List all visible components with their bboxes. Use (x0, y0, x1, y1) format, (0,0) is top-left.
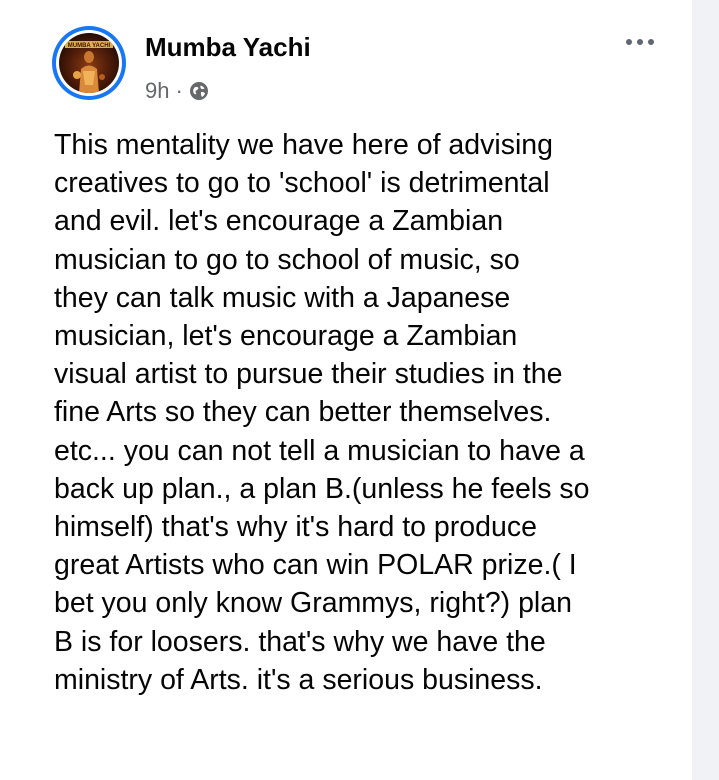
page-gutter (692, 0, 719, 780)
author-name[interactable]: Mumba Yachi (145, 32, 311, 62)
post-text-line: ministry of Arts. it's a serious busines… (54, 663, 543, 696)
post-text-line: they can talk music with a Japanese (54, 281, 511, 314)
post-card: MUMBA YACHI Mumba Yachi 9h · This mental… (0, 0, 692, 780)
post-text: This mentality we have here of advising … (54, 126, 682, 699)
post-text-line: back up plan., a plan B.(unless he feels… (54, 472, 590, 505)
post-text-line: B is for loosers. that's why we have the (54, 625, 546, 658)
more-dots-icon (626, 39, 632, 45)
post-text-line: bet you only know Grammys, right?) plan (54, 587, 572, 620)
avatar-lettering: MUMBA YACHI (68, 43, 111, 49)
post-text-line: This mentality we have here of advising (54, 129, 554, 161)
meta-separator: · (175, 78, 183, 103)
globe-icon[interactable] (189, 81, 209, 101)
post-text-line: musician to go to school of music, so (54, 243, 520, 276)
post-text-line: etc... you can not tell a musician to ha… (54, 434, 585, 467)
avatar[interactable]: MUMBA YACHI (52, 26, 126, 100)
avatar-picture: MUMBA YACHI (59, 33, 119, 93)
post-meta: 9h · (145, 77, 209, 105)
post-text-line: creatives to go to 'school' is detriment… (54, 167, 550, 200)
avatar-image: MUMBA YACHI (59, 33, 119, 93)
post-text-line: musician, let's encourage a Zambian (54, 320, 518, 353)
post-text-line: great Artists who can win POLAR prize.( … (54, 549, 577, 582)
post-time[interactable]: 9h (145, 78, 169, 104)
post-text-line: fine Arts so they can better themselves. (54, 396, 552, 429)
post-text-line: and evil. let's encourage a Zambian (54, 205, 504, 238)
more-options-button[interactable] (618, 30, 662, 54)
post-text-line: visual artist to pursue their studies in… (54, 358, 563, 391)
post-text-line: himself) that's why it's hard to produce (54, 511, 537, 544)
